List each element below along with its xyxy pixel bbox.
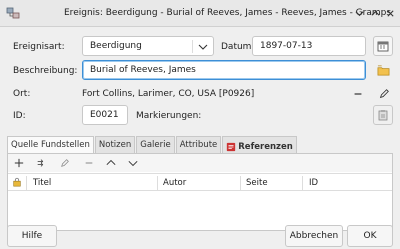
tab-source-citations[interactable]: Quelle Fundstellen	[7, 136, 94, 153]
tab-references[interactable]: Referenzen	[222, 136, 297, 153]
minimize-chevron-icon[interactable]	[351, 5, 367, 21]
column-page[interactable]: Seite	[246, 178, 268, 188]
tags-label: Markierungen:	[136, 111, 202, 121]
remove-place-icon[interactable]	[351, 87, 365, 101]
tab-bar: Quelle Fundstellen Notizen Galerie Attri…	[7, 136, 298, 153]
edit-tags-button[interactable]	[373, 105, 393, 125]
place-label: Ort:	[13, 89, 31, 99]
clipboard-icon	[378, 110, 388, 121]
tab-gallery[interactable]: Galerie	[136, 136, 175, 153]
gramps-app-icon	[6, 6, 20, 20]
citations-toolbar	[8, 154, 392, 172]
maximize-chevron-icon[interactable]	[367, 5, 383, 21]
event-type-value: Beerdigung	[90, 41, 142, 51]
move-down-chevron-icon[interactable]	[127, 157, 139, 169]
date-label: Datum:	[221, 42, 255, 52]
chevron-down-icon[interactable]	[198, 42, 208, 52]
references-icon	[227, 142, 236, 151]
event-editor-window: Ereignis: Beerdigung - Burial of Reeves,…	[0, 0, 400, 249]
citations-table-header: Titel Autor Seite ID	[8, 173, 392, 191]
move-up-chevron-icon[interactable]	[105, 157, 117, 169]
column-author[interactable]: Autor	[163, 178, 186, 188]
cancel-button[interactable]: Abbrechen	[285, 225, 343, 247]
description-label: Beschreibung:	[13, 66, 78, 76]
id-input[interactable]: E0021	[82, 105, 128, 125]
folder-privacy-icon[interactable]	[376, 63, 390, 77]
ok-button[interactable]: OK	[347, 225, 393, 247]
close-icon[interactable]	[382, 5, 398, 21]
title-bar: Ereignis: Beerdigung - Burial of Reeves,…	[0, 0, 400, 27]
add-icon[interactable]	[13, 157, 25, 169]
help-button[interactable]: Hilfe	[7, 225, 57, 247]
column-id[interactable]: ID	[309, 178, 318, 188]
date-input[interactable]: 1897-07-13	[252, 36, 366, 56]
share-existing-icon[interactable]	[35, 157, 47, 169]
id-label: ID:	[13, 111, 26, 121]
window-title: Ereignis: Beerdigung - Burial of Reeves,…	[64, 8, 392, 18]
edit-place-pencil-icon[interactable]	[377, 87, 391, 101]
edit-pencil-icon[interactable]	[59, 157, 71, 169]
column-title[interactable]: Titel	[33, 178, 51, 188]
tab-attributes[interactable]: Attribute	[175, 136, 222, 153]
description-input[interactable]: Burial of Reeves, James	[82, 60, 366, 80]
remove-icon[interactable]	[83, 157, 95, 169]
event-type-label: Ereignisart:	[13, 42, 65, 52]
date-editor-button[interactable]	[373, 36, 393, 56]
tab-notes[interactable]: Notizen	[94, 136, 136, 153]
place-value: Fort Collins, Larimer, CO, USA [P0926]	[82, 89, 255, 99]
source-citations-pane: Titel Autor Seite ID	[7, 153, 393, 231]
private-lock-icon[interactable]	[12, 177, 22, 190]
calendar-icon	[377, 41, 389, 52]
event-type-combobox[interactable]: Beerdigung	[82, 36, 214, 56]
